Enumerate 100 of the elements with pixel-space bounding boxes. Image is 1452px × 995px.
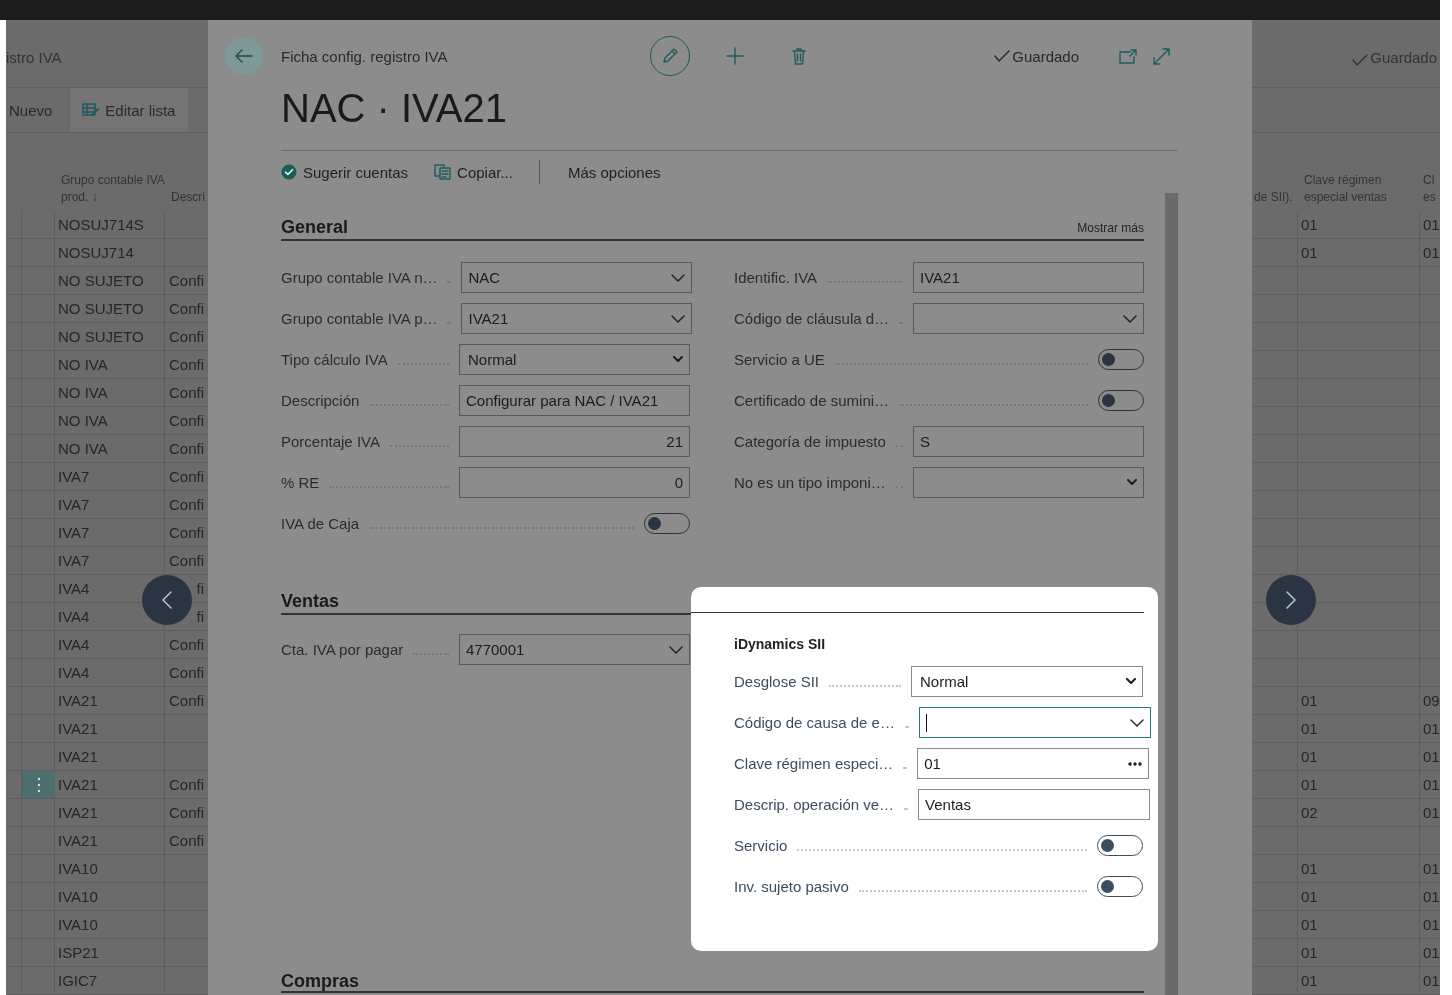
expand-button[interactable] bbox=[1153, 47, 1170, 65]
table-cell: 01 bbox=[1301, 944, 1318, 961]
field-label: Servicio a UE bbox=[734, 351, 825, 368]
field-label: Descrip. operación ve… bbox=[734, 796, 895, 813]
table-cell: 01 bbox=[1301, 720, 1318, 737]
lookup-field[interactable] bbox=[918, 707, 1151, 738]
delete-button[interactable] bbox=[792, 47, 806, 65]
scrollbar[interactable] bbox=[1165, 193, 1178, 995]
table-cell-text: Confi bbox=[168, 551, 204, 571]
check-icon bbox=[994, 50, 1011, 62]
table-cell: IVA4 bbox=[58, 608, 90, 625]
table-cell-text: Confi bbox=[168, 327, 204, 347]
table-cell-text: Confi bbox=[168, 355, 204, 375]
table-cell: NO IVA bbox=[58, 440, 108, 457]
show-more-link[interactable]: Mostrar más bbox=[1077, 221, 1144, 239]
table-cell: IVA21 bbox=[58, 720, 98, 737]
table-cell: 01 bbox=[1423, 944, 1440, 961]
table-cell: 01 bbox=[1423, 244, 1440, 261]
chevron-down-icon bbox=[1129, 718, 1144, 727]
expand-icon bbox=[1153, 47, 1170, 65]
row-selector[interactable] bbox=[22, 771, 55, 798]
table-cell: IVA4 bbox=[58, 636, 90, 653]
check-circle-icon bbox=[281, 164, 297, 180]
caret-down-icon bbox=[1127, 479, 1137, 486]
lookup-field[interactable] bbox=[913, 303, 1145, 334]
add-button[interactable] bbox=[726, 47, 744, 65]
table-cell-text: Confi bbox=[168, 439, 204, 459]
table-cell: IVA10 bbox=[58, 888, 98, 905]
toolbar-button[interactable]: Nuevo bbox=[6, 88, 63, 132]
table-cell-text: Confi bbox=[168, 495, 204, 515]
table-cell: IVA10 bbox=[58, 916, 98, 933]
table-cell: 01 bbox=[1423, 748, 1440, 765]
saved-status: Guardado bbox=[1012, 47, 1079, 65]
pencil-icon bbox=[661, 47, 679, 65]
table-cell: 01 bbox=[1301, 692, 1318, 709]
table-cell-text: Confi bbox=[168, 271, 204, 291]
table-cell: 01 bbox=[1301, 244, 1318, 261]
open-in-window-button[interactable] bbox=[1119, 48, 1137, 64]
caret-down-icon bbox=[673, 356, 683, 363]
table-cell-text: Confi bbox=[168, 383, 204, 403]
dropdown-field[interactable]: Normal bbox=[459, 344, 690, 375]
table-cell: 01 bbox=[1423, 804, 1440, 821]
action-button[interactable]: Más opciones bbox=[567, 163, 661, 181]
table-cell: IVA7 bbox=[58, 524, 90, 541]
field-label: Grupo contable IVA p… bbox=[281, 310, 438, 327]
chevron-right-icon bbox=[1286, 591, 1296, 609]
table-cell: IVA4 bbox=[58, 580, 90, 597]
copy-icon bbox=[434, 164, 452, 180]
dropdown-field[interactable]: Normal bbox=[911, 666, 1143, 697]
table-cell-text: fi bbox=[196, 579, 204, 599]
plus-icon bbox=[726, 47, 744, 65]
action-button[interactable]: Sugerir cuentas bbox=[281, 163, 409, 181]
field-label: Identific. IVA bbox=[734, 269, 818, 286]
lookup-field[interactable]: 4770001 bbox=[459, 634, 690, 665]
field-label: Inv. sujeto pasivo bbox=[734, 878, 849, 895]
chevron-left-icon bbox=[162, 591, 172, 609]
table-cell: IVA7 bbox=[58, 468, 90, 485]
field-label: IVA de Caja bbox=[281, 515, 360, 532]
table-cell: 01 bbox=[1301, 972, 1318, 989]
table-cell-text: Confi bbox=[168, 411, 204, 431]
input-field[interactable]: Ventas bbox=[918, 789, 1151, 820]
field-label: Porcentaje IVA bbox=[281, 433, 380, 450]
action-button[interactable]: Copiar... bbox=[434, 163, 513, 181]
toolbar-button[interactable]: Editar lista bbox=[70, 88, 189, 132]
trash-icon bbox=[792, 47, 806, 65]
check-icon bbox=[1352, 54, 1369, 66]
table-cell: NO SUJETO bbox=[58, 328, 144, 345]
table-cell-text: Confi bbox=[168, 803, 204, 823]
input-field[interactable]: Configurar para NAC / IVA21 bbox=[459, 385, 690, 416]
table-cell-text: Confi bbox=[168, 467, 204, 487]
table-cell: IVA4 bbox=[58, 664, 90, 681]
lookup-field[interactable]: IVA21 bbox=[461, 303, 693, 334]
group-title: iDynamics SII bbox=[734, 636, 827, 652]
chevron-down-icon bbox=[1123, 314, 1138, 323]
table-cell-text: Confi bbox=[168, 523, 204, 543]
input-field[interactable]: 0 bbox=[459, 467, 690, 498]
table-cell: 01 bbox=[1301, 916, 1318, 933]
table-cell: IVA7 bbox=[58, 496, 90, 513]
lookup-field[interactable]: NAC bbox=[461, 262, 693, 293]
table-cell: NO IVA bbox=[58, 412, 108, 429]
table-cell-text: Confi bbox=[168, 775, 204, 795]
table-cell: IVA21 bbox=[58, 776, 98, 793]
table-cell: IVA21 bbox=[58, 804, 98, 821]
table-cell-text: fi bbox=[196, 607, 204, 627]
input-field[interactable]: 01 bbox=[917, 748, 1150, 779]
input-field[interactable]: 21 bbox=[459, 426, 690, 457]
dropdown-field[interactable] bbox=[913, 467, 1144, 498]
table-cell: 01 bbox=[1423, 888, 1440, 905]
table-cell-text: Confi bbox=[168, 831, 204, 851]
input-field[interactable]: S bbox=[913, 426, 1144, 457]
table-cell: 01 bbox=[1301, 776, 1318, 793]
table-cell-text: Confi bbox=[168, 691, 204, 711]
table-cell: 01 bbox=[1301, 748, 1318, 765]
table-cell: IVA7 bbox=[58, 552, 90, 569]
table-cell: 01 bbox=[1423, 776, 1440, 793]
table-cell: 01 bbox=[1423, 216, 1440, 233]
table-cell: 01 bbox=[1301, 216, 1318, 233]
back-button[interactable] bbox=[225, 37, 263, 75]
input-field[interactable]: IVA21 bbox=[913, 262, 1144, 293]
chevron-down-icon bbox=[671, 314, 686, 323]
